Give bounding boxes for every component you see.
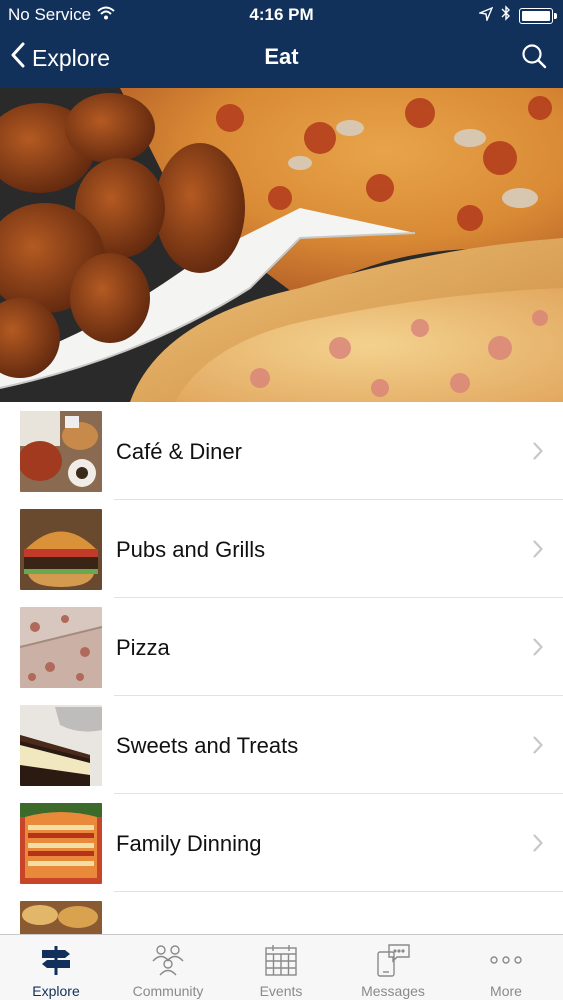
pizza-thumbnail xyxy=(20,607,102,688)
hero-food-image xyxy=(0,88,563,402)
search-icon xyxy=(521,44,547,73)
list-item-pizza[interactable]: Pizza xyxy=(0,598,563,696)
tab-label: Community xyxy=(132,983,204,999)
list-item-sweets-treats[interactable]: Sweets and Treats xyxy=(0,696,563,794)
category-label: Pizza xyxy=(116,635,170,660)
location-arrow-icon xyxy=(477,6,494,26)
tab-bar: Explore Community Events Messages More xyxy=(0,934,563,1000)
search-button[interactable] xyxy=(521,43,547,74)
chevron-right-icon xyxy=(533,736,543,759)
navigation-bar: Explore Eat xyxy=(0,30,563,88)
list-item-pubs-grills[interactable]: Pubs and Grills xyxy=(0,500,563,598)
signpost-icon xyxy=(0,941,112,979)
list-item-cafe-diner[interactable]: Café & Diner xyxy=(0,402,563,500)
family-dinning-thumbnail xyxy=(20,803,102,884)
status-bar: No Service 4:16 PM xyxy=(0,0,563,30)
pubs-grills-thumbnail xyxy=(20,509,102,590)
bluetooth-icon xyxy=(501,5,511,26)
chevron-right-icon xyxy=(533,442,543,465)
phone-chat-icon xyxy=(337,941,449,979)
category-label: Family Dinning xyxy=(116,831,262,856)
tab-label: More xyxy=(490,983,522,999)
status-right xyxy=(477,5,557,26)
tab-more[interactable]: More xyxy=(450,935,562,1000)
tab-label: Messages xyxy=(361,983,425,999)
cafe-diner-thumbnail xyxy=(20,411,102,492)
tab-label: Explore xyxy=(32,983,80,999)
tab-community[interactable]: Community xyxy=(112,935,224,1000)
app-header: No Service 4:16 PM Explore Eat xyxy=(0,0,563,88)
partial-thumbnail xyxy=(20,901,102,934)
category-label: Café & Diner xyxy=(116,439,242,464)
list-item-family-dinning[interactable]: Family Dinning xyxy=(0,794,563,892)
battery-icon xyxy=(519,7,557,24)
calendar-icon xyxy=(225,941,337,979)
tab-messages[interactable]: Messages xyxy=(337,935,449,1000)
list-item-partial[interactable] xyxy=(0,892,563,934)
category-label: Pubs and Grills xyxy=(116,537,266,562)
tab-events[interactable]: Events xyxy=(225,935,337,1000)
chevron-right-icon xyxy=(533,834,543,857)
category-list: Café & Diner Pubs and Grills Pizza Sweet… xyxy=(0,402,563,934)
tab-label: Events xyxy=(259,983,303,999)
chevron-right-icon xyxy=(533,540,543,563)
sweets-treats-thumbnail xyxy=(20,705,102,786)
tab-explore[interactable]: Explore xyxy=(0,935,112,1000)
page-title: Eat xyxy=(264,44,299,69)
people-icon xyxy=(112,941,224,979)
chevron-right-icon xyxy=(533,638,543,661)
more-dots-icon xyxy=(450,941,562,979)
category-label: Sweets and Treats xyxy=(116,733,299,758)
